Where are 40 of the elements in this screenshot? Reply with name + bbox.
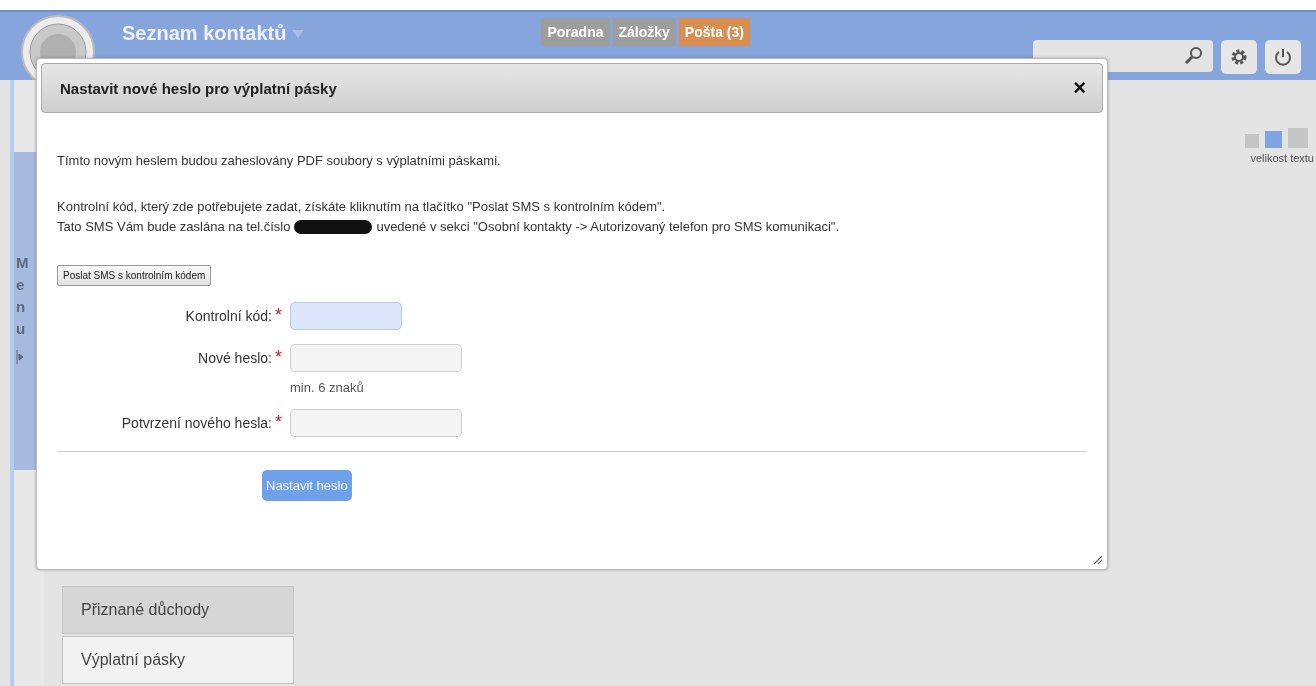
input-field[interactable] [290, 302, 402, 330]
power-button[interactable] [1265, 40, 1301, 74]
menu-letter: n [16, 297, 26, 317]
search-icon[interactable] [1183, 45, 1205, 67]
required-mark: * [275, 350, 282, 364]
menu-letter: u [16, 319, 26, 339]
send-sms-button[interactable]: Poslat SMS s kontrolním kódem [57, 265, 212, 286]
info-text: Tato SMS Vám bude zaslána na tel.číslo [57, 218, 291, 236]
expand-icon[interactable] [16, 350, 24, 364]
menu-letter: e [16, 275, 25, 295]
text-size-option[interactable] [1245, 134, 1259, 148]
power-icon [1273, 47, 1293, 67]
header-tab[interactable]: Záložky [612, 18, 676, 46]
sidebar-item[interactable]: Výplatní pásky [62, 636, 294, 684]
settings-button[interactable] [1221, 40, 1257, 74]
text-size-label: velikost textu [1250, 152, 1314, 164]
field-label: Nové heslo: [198, 350, 272, 366]
text-size-option[interactable] [1265, 131, 1282, 148]
close-button[interactable]: × [1073, 77, 1086, 99]
menu-letter: M [16, 253, 29, 273]
app-title[interactable]: Seznam kontaktů [122, 22, 287, 45]
required-mark: * [275, 308, 282, 322]
gear-icon [1229, 47, 1249, 67]
field-label: Potvrzení nového hesla: [121, 415, 272, 431]
sidebar-item[interactable]: Přiznané důchody [62, 586, 294, 634]
text-size-option[interactable] [1288, 128, 1308, 148]
input-field[interactable] [290, 344, 462, 372]
info-text: Kontrolní kód, který zde potřebujete zadat, získáte kliknutím na tlačítko "Poslat SMS s kontrolním kódem". [57, 198, 667, 216]
input-field[interactable] [290, 409, 462, 437]
intro-text: Tímto novým heslem budou zaheslovány PDF soubory s výplatními páskami. [57, 152, 502, 170]
set-password-button[interactable]: Nastavit heslo [262, 470, 352, 501]
resize-grip-icon[interactable] [1091, 553, 1103, 565]
header-tab[interactable]: Pošta (3) [678, 18, 750, 46]
required-mark: * [275, 415, 282, 429]
field-hint: min. 6 znaků [290, 380, 365, 395]
caret-icon[interactable] [292, 29, 305, 38]
field-label: Kontrolní kód: [185, 308, 272, 324]
header-tab[interactable]: Poradna [541, 18, 610, 46]
dialog-title: Nastavit nové heslo pro výplatní pásky [60, 79, 337, 97]
info-text: uvedené v sekci "Osobní kontakty -> Autorizovaný telefon pro SMS komunikaci". [376, 218, 840, 236]
